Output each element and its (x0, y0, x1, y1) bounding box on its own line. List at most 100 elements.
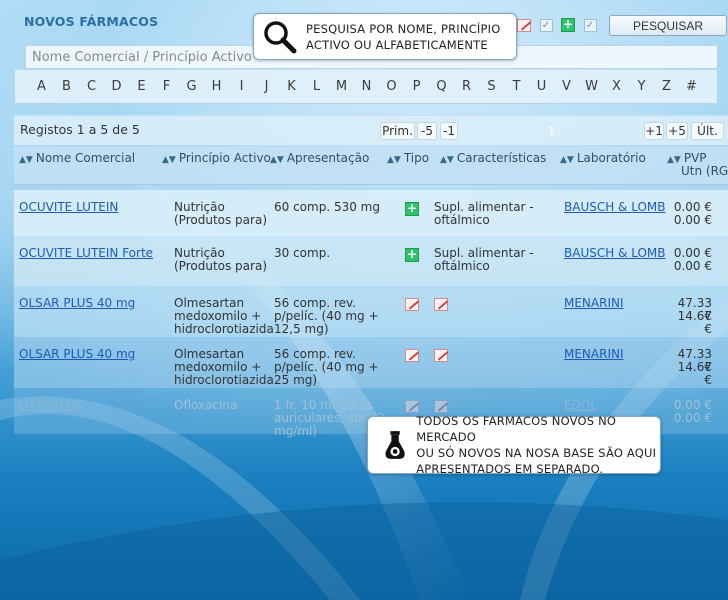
callout-text-line: TODOS OS FARMACOS NOVOS NO MERCADO (416, 414, 617, 444)
drug-name-link[interactable]: OCUVITE LUTEIN (19, 201, 118, 214)
minus1-page-button[interactable]: -1 (440, 122, 458, 140)
prescription-icon (405, 298, 419, 311)
letter-filter-b[interactable]: B (54, 79, 79, 94)
flask-icon (385, 431, 405, 459)
records-count: Registos 1 a 5 de 5 (20, 122, 140, 137)
letter-filter-y[interactable]: Y (629, 79, 654, 94)
letter-filter-c[interactable]: C (79, 79, 104, 94)
column-header-features[interactable]: ▲▼ Características (440, 151, 546, 165)
letter-filter-t[interactable]: T (504, 79, 529, 94)
price-utn: 0.00 € (673, 411, 712, 425)
prescription-filter-checkbox[interactable]: ✓ (538, 17, 554, 33)
price-utn: 0.00 € (673, 213, 712, 227)
supplement-plus-icon: + (405, 201, 419, 216)
laboratory-link[interactable]: MENARINI (564, 348, 624, 361)
letter-filter-r[interactable]: R (454, 79, 479, 94)
letter-filter-i[interactable]: I (229, 79, 254, 94)
letter-filter-u[interactable]: U (529, 79, 554, 94)
drug-name-link[interactable]: OLSAR PLUS 40 mg (19, 297, 135, 310)
letter-filter-z[interactable]: Z (654, 79, 679, 94)
first-page-button[interactable]: Prim. (380, 122, 415, 140)
callout-text-line: PESQUISA POR NOME, PRINCÍPIO (306, 21, 501, 36)
prescription-filter-icon[interactable] (516, 17, 532, 33)
table-row: OLSAR PLUS 40 mg Olmesartan medoxomilo + hi… (14, 337, 728, 388)
sort-icon: ▲▼ (162, 155, 176, 165)
column-header-name[interactable]: ▲▼ Nome Comercial (19, 151, 135, 165)
letter-filter-h[interactable]: H (204, 79, 229, 94)
letter-filter-v[interactable]: V (554, 79, 579, 94)
presentation: 60 comp. 530 mg (274, 200, 380, 214)
drug-name-link[interactable]: OCUVITE LUTEIN Forte (19, 247, 153, 260)
letter-filter-x[interactable]: X (604, 79, 629, 94)
letter-filter-g[interactable]: G (179, 79, 204, 94)
letter-filter-w[interactable]: W (579, 79, 604, 94)
sort-icon: ▲▼ (19, 155, 33, 165)
supplement-plus-icon: + (405, 247, 419, 262)
supplement-filter-icon[interactable]: + (560, 17, 576, 33)
letter-filter-s[interactable]: S (479, 79, 504, 94)
presentation: 12,5 mg) (274, 322, 329, 336)
letter-filter-o[interactable]: O (379, 79, 404, 94)
active-ingredient: hidroclorotiazida (174, 322, 274, 336)
letter-filter-n[interactable]: N (354, 79, 379, 94)
filter-toolbar: ✓ + ✓ (516, 17, 598, 33)
callout-text-line: OU SÓ NOVOS NA NOSA BASE SÃO AQUI (416, 446, 657, 460)
letter-filter-m[interactable]: M (329, 79, 354, 94)
laboratory-link[interactable]: EDOL (564, 399, 597, 412)
magnifier-icon (264, 20, 297, 53)
active-ingredient: (Produtos para) (174, 259, 267, 273)
column-header-lab[interactable]: ▲▼ Laboratório (560, 151, 646, 165)
active-ingredient: hidroclorotiazida (174, 373, 274, 387)
last-page-button[interactable]: Últ. (691, 122, 724, 140)
main-panel: NOVOS FÁRMACOS ✓ + ✓ PESQUISAR ABCDEFGHI… (0, 0, 728, 600)
table-row: OCUVITE LUTEIN Forte Nutrição (Produtos pa… (14, 236, 728, 286)
letter-filter-hash[interactable]: # (679, 79, 704, 94)
price-utn: 14.67 € (677, 309, 712, 336)
letter-filter-p[interactable]: P (404, 79, 429, 94)
minus5-page-button[interactable]: -5 (417, 122, 437, 140)
laboratory-link[interactable]: BAUSCH & LOMB (564, 201, 666, 214)
presentation: 25 mg) (274, 373, 318, 387)
pagination-bar: Registos 1 a 5 de 5 Prim. -5 -1 1 +1 +5 … (14, 115, 728, 145)
letter-filter-a[interactable]: A (29, 79, 54, 94)
current-page: 1 (548, 124, 556, 138)
sort-icon: ▲▼ (440, 155, 454, 165)
active-ingredient: Ofloxacina (174, 398, 238, 412)
letter-filter-f[interactable]: F (154, 79, 179, 94)
laboratory-link[interactable]: BAUSCH & LOMB (564, 247, 666, 260)
column-header-active[interactable]: ▲▼ Princípio Activo (162, 151, 271, 165)
callout-text-line: APRESENTADOS EM SEPARADO. (416, 462, 604, 476)
presentation: 30 comp. (274, 246, 331, 260)
search-button[interactable]: PESQUISAR (609, 15, 727, 36)
page-title: NOVOS FÁRMACOS (24, 14, 159, 29)
plus5-page-button[interactable]: +5 (666, 122, 688, 140)
sort-icon: ▲▼ (387, 155, 401, 165)
presentation: mg/ml) (274, 424, 318, 438)
letter-filter-l[interactable]: L (304, 79, 329, 94)
column-header-pvp[interactable]: ▲▼ PVP Utn (RG) (667, 151, 728, 178)
new-drugs-callout: TODOS OS FARMACOS NOVOS NO MERCADO OU SÓ… (367, 414, 661, 476)
plus1-page-button[interactable]: +1 (644, 122, 664, 140)
prescription-icon (405, 400, 419, 413)
search-callout: PESQUISA POR NOME, PRINCÍPIO ACTIVO OU A… (253, 13, 517, 60)
laboratory-link[interactable]: MENARINI (564, 297, 624, 310)
feature-text: oftálmico (434, 213, 490, 227)
prescription-icon (434, 400, 448, 413)
prescription-icon (434, 349, 448, 362)
letter-filter-q[interactable]: Q (429, 79, 454, 94)
alphabet-bar: A B C D E F G H I J K L M N O P Q R S T U V W X Y Z # (14, 70, 718, 104)
sort-icon: ▲▼ (560, 155, 574, 165)
column-header-type[interactable]: ▲▼ Tipo (387, 151, 429, 165)
drug-name-link[interactable]: OLSAR PLUS 40 mg (19, 348, 135, 361)
letter-filter-k[interactable]: K (279, 79, 304, 94)
letter-filter-d[interactable]: D (104, 79, 129, 94)
letter-filter-j[interactable]: J (254, 79, 279, 94)
letter-filter-e[interactable]: E (129, 79, 154, 94)
active-ingredient: (Produtos para) (174, 213, 267, 227)
supplement-filter-checkbox[interactable]: ✓ (582, 17, 598, 33)
table-row: OCUVITE LUTEIN Nutrição (Produtos para) 60 … (14, 190, 728, 236)
drug-name-link[interactable]: OTTOFLOX (19, 399, 82, 412)
column-header-presentation[interactable]: ▲▼ Apresentação (270, 151, 369, 165)
price-utn: 0.00 € (673, 259, 712, 273)
table-row: OLSAR PLUS 40 mg Olmesartan medoxomilo + hi… (14, 286, 728, 337)
